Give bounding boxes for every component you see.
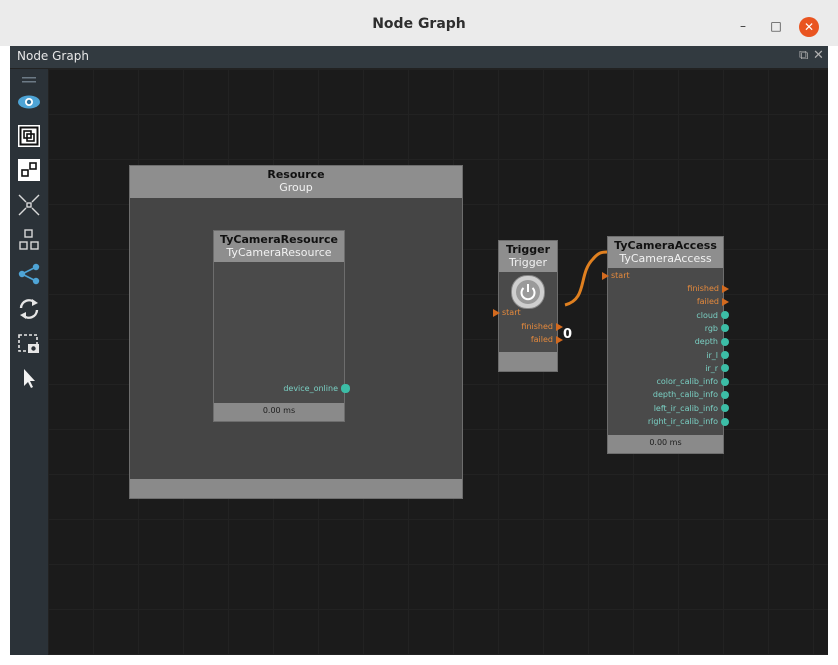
tycamera-access-footer: 0.00 ms [608, 435, 723, 453]
access-port-dot[interactable] [721, 351, 729, 359]
access-port-label: left_ir_calib_info [653, 403, 718, 413]
tycamera-resource-node[interactable]: TyCameraResource TyCameraResource device… [213, 230, 350, 422]
layout-icon[interactable] [16, 157, 42, 183]
resource-node-title: Resource [267, 168, 325, 181]
access-port-dot[interactable] [721, 324, 729, 333]
resource-node-header: Resource Group [130, 166, 462, 198]
graph-canvas[interactable]: Resource Group TyCameraResource TyCamera… [48, 69, 828, 655]
trigger-start-triangle[interactable] [493, 308, 500, 317]
access-port-right-ir-calib-info[interactable]: right_ir_calib_info [648, 417, 729, 426]
access-start-triangle[interactable] [602, 271, 609, 280]
access-port-failed[interactable]: failed [697, 297, 729, 306]
refresh-icon[interactable] [16, 296, 42, 322]
access-port-label: right_ir_calib_info [647, 417, 718, 426]
access-port-depth[interactable]: depth [695, 337, 729, 346]
close-panel-icon[interactable]: ✕ [813, 48, 824, 63]
float-panel-icon[interactable]: ⧉ [799, 48, 808, 63]
access-port-label: color_calib_info [656, 377, 718, 387]
access-port-triangle[interactable] [722, 284, 729, 293]
pointer-icon[interactable] [16, 365, 42, 391]
access-port-dot[interactable] [721, 390, 729, 399]
trigger-node[interactable]: Trigger Trigger start finished failed [493, 240, 563, 372]
tycamera-resource-title: TyCameraResource [220, 233, 338, 246]
window-titlebar[interactable]: Node Graph – □ ✕ [0, 0, 838, 46]
device-online-label: device_online [283, 384, 338, 393]
device-online-port[interactable]: device_online [283, 384, 350, 393]
trigger-finished-label: finished [521, 322, 553, 331]
tycamera-resource-timing: 0.00 ms [262, 406, 296, 415]
eye-icon[interactable] [16, 89, 42, 115]
close-button[interactable]: ✕ [799, 17, 819, 37]
tycamera-access-timing: 0.00 ms [649, 438, 682, 447]
access-port-dot[interactable] [721, 311, 729, 320]
collapse-icon[interactable] [16, 192, 42, 218]
panel-title: Node Graph [17, 49, 89, 63]
access-port-label: ir_r [705, 363, 718, 373]
trigger-finished-triangle[interactable] [556, 322, 563, 331]
trigger-failed-label: failed [530, 335, 553, 344]
access-port-label: rgb [704, 323, 718, 333]
access-port-dot[interactable] [721, 417, 729, 426]
resource-node-subtitle: Group [279, 181, 313, 194]
tycamera-access-subtitle: TyCameraAccess [619, 252, 712, 265]
access-port-label: depth_calib_info [652, 390, 718, 400]
maximize-button[interactable]: □ [766, 16, 786, 36]
panel-header: Node Graph ⧉ ✕ [10, 46, 828, 69]
access-port-cloud[interactable]: cloud [696, 311, 729, 320]
access-port-label: cloud [696, 310, 718, 320]
tycamera-access-header: TyCameraAccess TyCameraAccess [608, 237, 723, 268]
access-port-dot[interactable] [721, 377, 729, 386]
access-port-depth-calib-info[interactable]: depth_calib_info [653, 390, 729, 399]
trigger-failed-port[interactable]: failed [531, 335, 563, 344]
access-port-label: finished [687, 284, 719, 293]
screenshot-icon[interactable] [16, 331, 42, 357]
access-port-left-ir-calib-info[interactable]: left_ir_calib_info [654, 404, 729, 413]
trigger-node-title: Trigger [505, 243, 551, 256]
connection-count-label: 0 [563, 327, 573, 342]
group-icon[interactable] [16, 227, 42, 253]
access-start-label: start [611, 271, 630, 280]
resource-node-footer [130, 479, 462, 498]
fit-view-icon[interactable] [16, 123, 42, 149]
device-online-dot[interactable] [341, 384, 350, 393]
tycamera-access-node[interactable]: TyCameraAccess TyCameraAccess start fini… [602, 236, 729, 454]
share-graph-icon[interactable] [16, 261, 42, 287]
access-start-port[interactable]: start [602, 271, 630, 280]
tycamera-resource-header: TyCameraResource TyCameraResource [214, 231, 344, 262]
app-window: Node Graph – □ ✕ Node Graph ⧉ ✕ Resource… [0, 0, 838, 665]
access-port-ir-l[interactable]: ir_l [706, 351, 729, 360]
tycamera-resource-subtitle: TyCameraResource [226, 246, 332, 259]
resource-group-node[interactable]: Resource Group TyCameraResource TyCamera… [129, 165, 463, 499]
trigger-power-button[interactable] [511, 275, 545, 309]
access-port-dot[interactable] [721, 337, 729, 346]
access-port-label: failed [696, 297, 719, 307]
trigger-footer [499, 352, 557, 371]
access-port-triangle[interactable] [722, 297, 729, 306]
minimize-button[interactable]: – [733, 16, 753, 36]
access-port-finished[interactable]: finished [687, 284, 729, 293]
node-graph-panel: Node Graph ⧉ ✕ Resource Group TyCameraRe… [10, 46, 828, 655]
access-port-dot[interactable] [721, 364, 729, 373]
trigger-start-label: start [502, 308, 521, 317]
trigger-failed-triangle[interactable] [556, 335, 563, 344]
access-port-label: ir_l [706, 350, 718, 360]
access-port-ir-r[interactable]: ir_r [705, 364, 729, 373]
access-port-label: depth [694, 337, 718, 347]
window-title: Node Graph [372, 16, 466, 32]
access-port-color-calib-info[interactable]: color_calib_info [656, 377, 729, 386]
trigger-start-port[interactable]: start [493, 308, 521, 317]
toolbar [10, 69, 48, 655]
trigger-node-header: Trigger Trigger [499, 241, 557, 272]
tycamera-access-title: TyCameraAccess [614, 239, 717, 252]
tycamera-resource-footer: 0.00 ms [214, 403, 344, 421]
access-port-rgb[interactable]: rgb [705, 324, 729, 333]
trigger-node-subtitle: Trigger [509, 256, 547, 269]
trigger-finished-port[interactable]: finished [521, 322, 563, 331]
power-icon [516, 280, 540, 304]
access-port-dot[interactable] [721, 404, 729, 413]
